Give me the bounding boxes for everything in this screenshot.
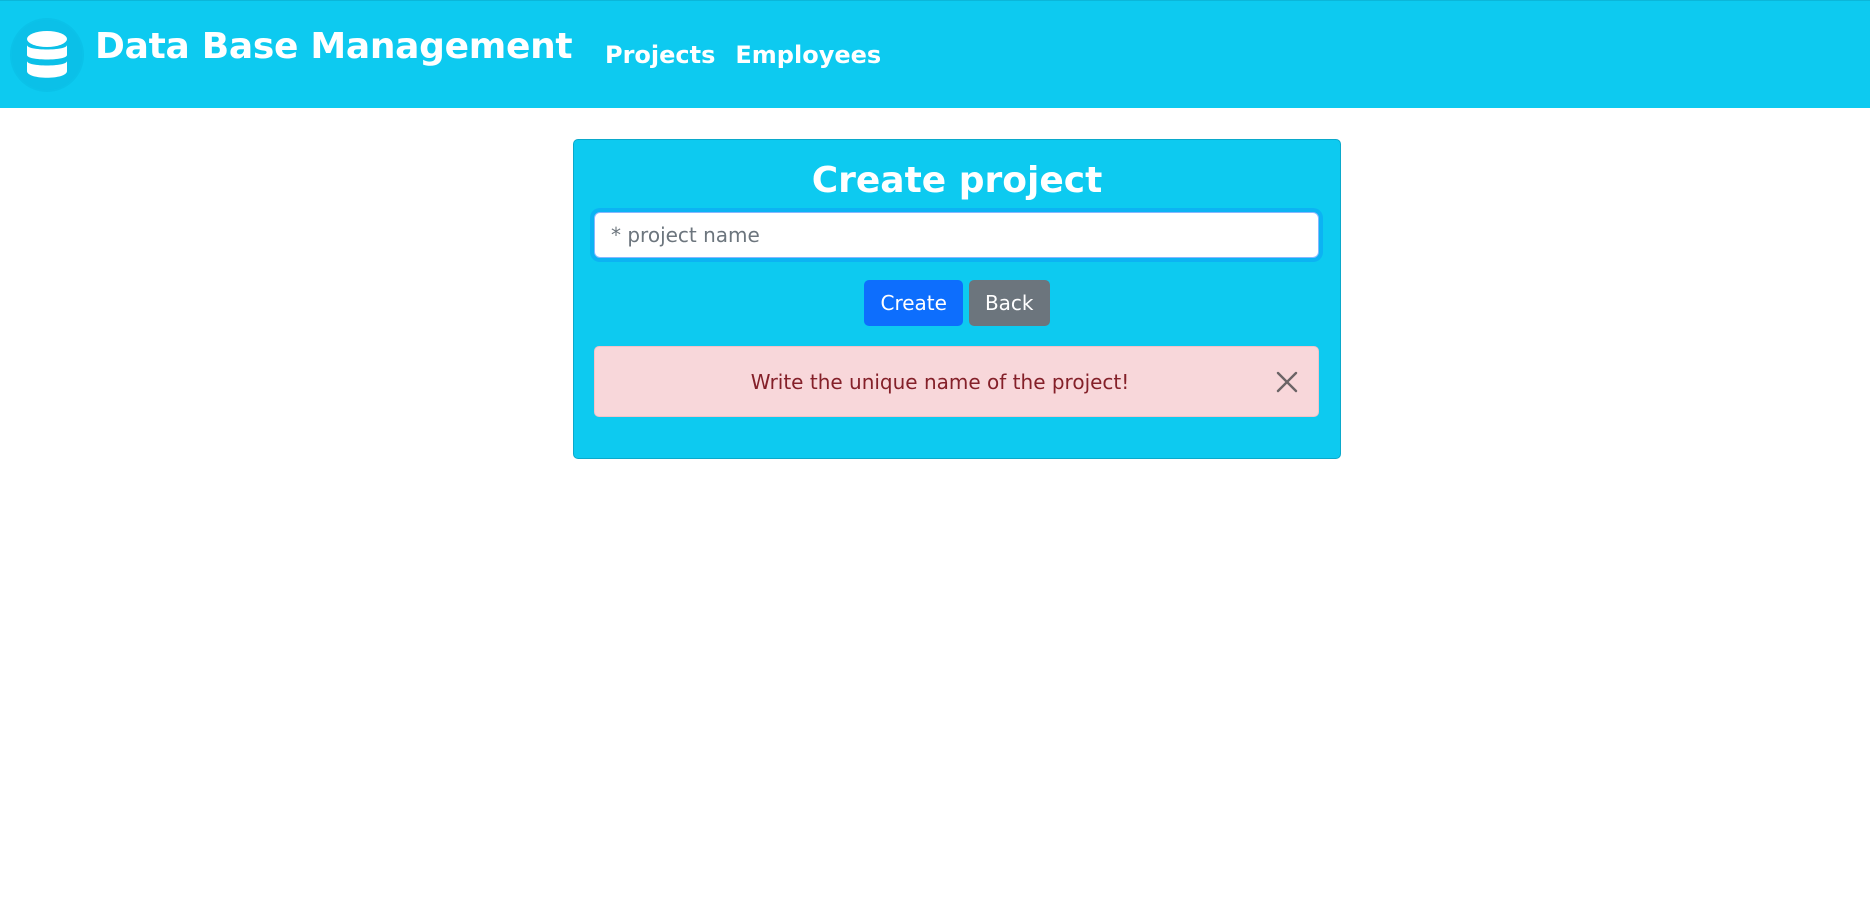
create-project-card: Create project Create Back Write the uni…	[573, 139, 1341, 459]
brand-title: Data Base Management	[95, 26, 573, 67]
project-name-input[interactable]	[594, 212, 1319, 258]
nav-link-employees[interactable]: Employees	[735, 41, 881, 69]
back-button[interactable]: Back	[968, 280, 1050, 326]
main-nav: Projects Employees	[605, 41, 881, 69]
brand-link[interactable]: Data Base Management	[12, 20, 573, 90]
top-navbar: Data Base Management Projects Employees	[0, 0, 1870, 108]
alert-message: Write the unique name of the project!	[750, 369, 1130, 394]
error-alert: Write the unique name of the project!	[594, 346, 1319, 417]
nav-link-projects[interactable]: Projects	[605, 41, 715, 69]
form-actions: Create Back	[574, 280, 1340, 326]
page-title: Create project	[811, 160, 1103, 201]
create-button[interactable]: Create	[864, 280, 963, 326]
close-icon[interactable]	[1274, 369, 1300, 395]
database-icon	[12, 20, 82, 90]
